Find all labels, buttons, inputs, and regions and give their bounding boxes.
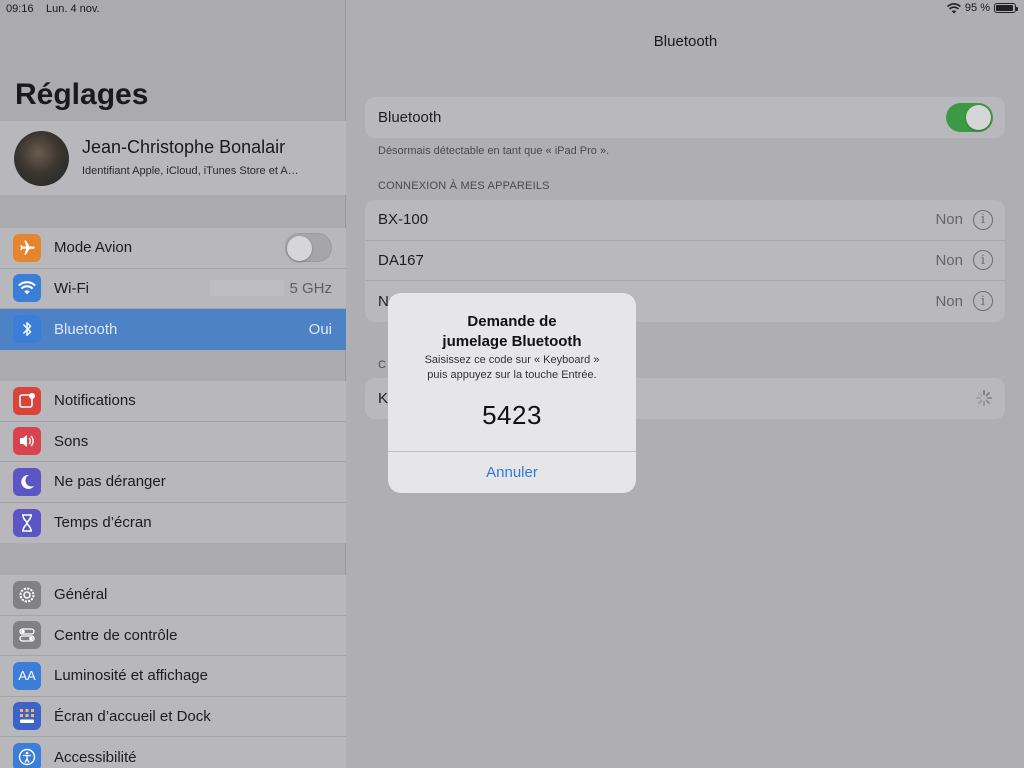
switches-icon (13, 621, 41, 650)
sidebar-item-label: Temps d’écran (54, 514, 152, 532)
sidebar-item-label: Général (54, 586, 108, 604)
moon-icon (13, 467, 41, 496)
settings-group-connectivity: Mode Avion Wi-Fi 5 GHz Bluetooth Oui (0, 228, 346, 350)
alert-message-line2: puis appuyez sur la touche Entrée. (427, 369, 597, 381)
alert-title-line1: Demande de (467, 313, 557, 330)
sidebar: Réglages Jean-Christophe Bonalair Identi… (0, 0, 346, 768)
bluetooth-row-label: Bluetooth (378, 108, 442, 126)
hourglass-icon (13, 508, 41, 537)
wifi-signal-icon (946, 2, 961, 13)
battery-icon (994, 3, 1018, 13)
alert-title-line2: jumelage Bluetooth (442, 333, 582, 350)
sidebar-item-ecran-accueil[interactable]: Écran d’accueil et Dock (0, 697, 346, 737)
bluetooth-pairing-alert: Demande de jumelage Bluetooth Saisissez … (388, 293, 636, 493)
status-bar: 09:16 Lun. 4 nov. 95 % (0, 0, 1024, 18)
sound-icon (13, 427, 41, 456)
device-name: BX-100 (378, 211, 429, 229)
info-icon[interactable]: i (973, 209, 993, 230)
status-right: 95 % (946, 2, 1018, 14)
device-status: Non (935, 292, 963, 310)
bluetooth-icon (13, 315, 41, 344)
sidebar-item-accessibilite[interactable]: Accessibilité (0, 737, 346, 768)
device-row[interactable]: BX-100 Non i (365, 200, 1005, 241)
info-icon[interactable]: i (973, 250, 993, 271)
bluetooth-toggle-card: Bluetooth (365, 97, 1005, 138)
wifi-icon (13, 274, 41, 303)
avatar (14, 131, 69, 186)
sidebar-item-label: Notifications (54, 392, 136, 410)
bluetooth-value: Oui (308, 320, 332, 338)
status-time: 09:16 (6, 3, 34, 15)
sidebar-item-mode-avion[interactable]: Mode Avion (0, 228, 346, 269)
home-grid-icon (13, 702, 41, 731)
alert-message: Saisissez ce code sur « Keyboard » puis … (388, 353, 636, 383)
sidebar-item-ne-pas-deranger[interactable]: Ne pas déranger (0, 462, 346, 503)
sidebar-item-label: Ne pas déranger (54, 473, 166, 491)
settings-group-general: Général Centre de contrôle AA Luminosité… (0, 575, 346, 768)
sidebar-item-label: Bluetooth (54, 320, 118, 338)
profile-subtitle: Identifiant Apple, iCloud, iTunes Store … (82, 165, 299, 177)
sidebar-title: Réglages (15, 78, 149, 111)
device-status: Non (935, 211, 963, 229)
notifications-icon (13, 386, 41, 415)
toggle-knob (966, 104, 991, 130)
cancel-button[interactable]: Annuler (388, 452, 636, 493)
text-size-icon: AA (13, 661, 41, 690)
battery-percent: 95 % (964, 2, 990, 14)
airplane-icon (13, 233, 41, 262)
sidebar-item-temps-ecran[interactable]: Temps d’écran (0, 503, 346, 544)
discoverable-note: Désormais détectable en tant que « iPad … (378, 145, 610, 157)
sidebar-item-notifications[interactable]: Notifications (0, 381, 346, 422)
sidebar-item-sons[interactable]: Sons (0, 422, 346, 462)
sidebar-item-wifi[interactable]: Wi-Fi 5 GHz (0, 269, 346, 309)
alert-message-line1: Saisissez ce code sur « Keyboard » (424, 354, 600, 366)
wifi-network-name-redacted (210, 280, 284, 297)
wifi-value: 5 GHz (289, 279, 332, 297)
sidebar-item-label: Sons (54, 432, 89, 450)
info-icon[interactable]: i (973, 291, 993, 312)
loading-spinner-icon (975, 390, 993, 407)
status-date: Lun. 4 nov. (46, 3, 100, 15)
sidebar-item-label: Luminosité et affichage (54, 667, 208, 685)
settings-group-notifications: Notifications Sons Ne pas déranger Temps… (0, 381, 346, 543)
accessibility-icon (13, 743, 41, 768)
alert-title: Demande de jumelage Bluetooth (388, 312, 636, 352)
sidebar-item-luminosite[interactable]: AA Luminosité et affichage (0, 656, 346, 697)
pairing-code: 5423 (482, 400, 542, 430)
toggle-knob (287, 236, 312, 262)
sidebar-item-centre-de-controle[interactable]: Centre de contrôle (0, 616, 346, 656)
sidebar-item-label: Wi-Fi (54, 279, 89, 297)
gear-icon (13, 580, 41, 609)
profile-row[interactable]: Jean-Christophe Bonalair Identifiant App… (0, 121, 346, 195)
bluetooth-row[interactable]: Bluetooth (365, 97, 1005, 138)
sidebar-item-label: Centre de contrôle (54, 626, 178, 644)
device-name: K (378, 389, 389, 407)
sidebar-item-bluetooth[interactable]: Bluetooth Oui (0, 309, 346, 350)
bluetooth-toggle[interactable] (946, 102, 993, 132)
device-name: DA167 (378, 251, 424, 269)
page-title: Bluetooth (653, 33, 718, 50)
sidebar-item-general[interactable]: Général (0, 575, 346, 616)
my-devices-header: CONNEXION À MES APPAREILS (378, 180, 550, 192)
battery-level (996, 5, 1014, 11)
airplane-mode-toggle[interactable] (285, 233, 332, 263)
device-status: Non (935, 251, 963, 269)
profile-name: Jean-Christophe Bonalair (82, 137, 286, 157)
device-row[interactable]: DA167 Non i (365, 241, 1005, 281)
other-devices-header: C (378, 359, 387, 371)
sidebar-item-label: Mode Avion (54, 239, 133, 257)
sidebar-item-label: Accessibilité (54, 748, 137, 766)
sidebar-item-label: Écran d’accueil et Dock (54, 707, 211, 725)
